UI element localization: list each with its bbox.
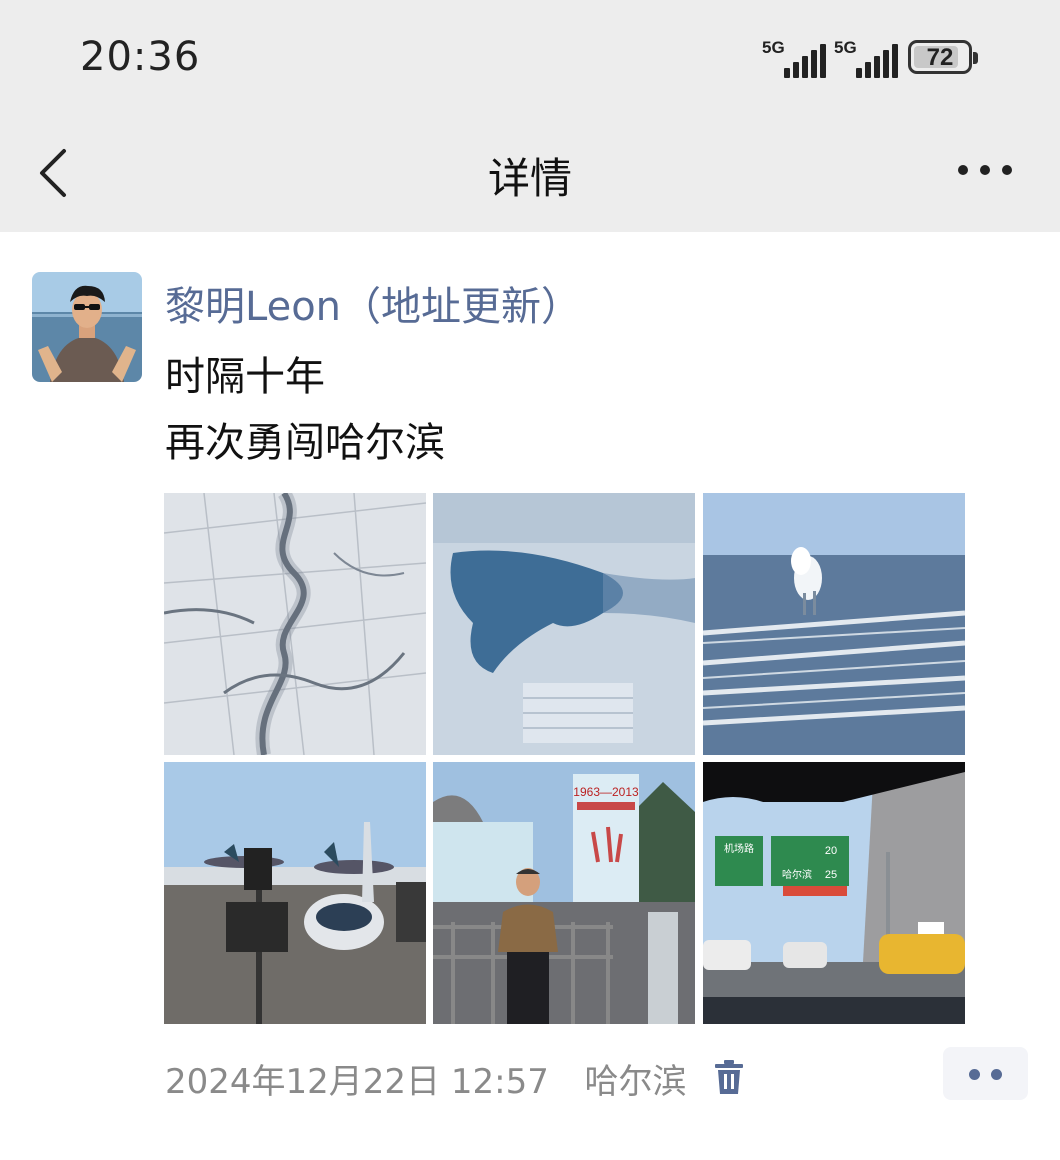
moment-detail: 黎明Leon（地址更新） 时隔十年 再次勇闯哈尔滨 1963—2013 机场路 … — [0, 232, 1060, 1160]
author-name[interactable]: 黎明Leon（地址更新） — [165, 274, 581, 332]
more-horizontal-icon — [958, 165, 1012, 175]
trash-icon — [715, 1060, 743, 1094]
photo-grid: 1963—2013 机场路 哈尔滨 20 25 — [164, 493, 965, 1024]
road-sign-text: 机场路 — [724, 842, 754, 855]
photo-thumbnail[interactable] — [703, 493, 965, 755]
photo-thumbnail[interactable] — [164, 762, 426, 1024]
delete-button[interactable] — [713, 1059, 745, 1095]
post-timestamp: 2024年12月22日 12:57 — [165, 1062, 549, 1102]
signal-5g-icon-1: 5G — [762, 38, 828, 78]
nav-bar: 详情 — [0, 115, 1060, 232]
like-comment-button[interactable] — [943, 1047, 1028, 1100]
battery-icon: 72 — [908, 40, 978, 74]
signal-5g-icon-2: 5G — [834, 38, 900, 78]
more-button[interactable] — [956, 155, 1014, 185]
post-text-line: 时隔十年 — [165, 354, 325, 400]
photo-thumbnail[interactable] — [433, 493, 695, 755]
road-sign-distance: 20 — [825, 845, 837, 857]
photo-thumbnail[interactable] — [164, 493, 426, 755]
photo-thumbnail[interactable]: 1963—2013 — [433, 762, 695, 1024]
battery-level: 72 — [926, 44, 954, 71]
status-bar: 20:36 5G 5G 72 — [0, 0, 1060, 115]
post-text: 时隔十年 再次勇闯哈尔滨 — [165, 344, 445, 476]
ice-sign-text: 1963—2013 — [573, 785, 639, 799]
page-title: 详情 — [487, 154, 572, 203]
post-text-line: 再次勇闯哈尔滨 — [165, 420, 445, 466]
status-time: 20:36 — [80, 34, 201, 80]
road-sign-distance: 25 — [825, 869, 837, 881]
post-meta: 2024年12月22日 12:57 哈尔滨 — [165, 1054, 686, 1103]
photo-thumbnail[interactable]: 机场路 哈尔滨 20 25 — [703, 762, 965, 1024]
avatar[interactable] — [32, 272, 142, 382]
post-location[interactable]: 哈尔滨 — [584, 1062, 686, 1102]
road-sign-text: 哈尔滨 — [782, 868, 812, 881]
